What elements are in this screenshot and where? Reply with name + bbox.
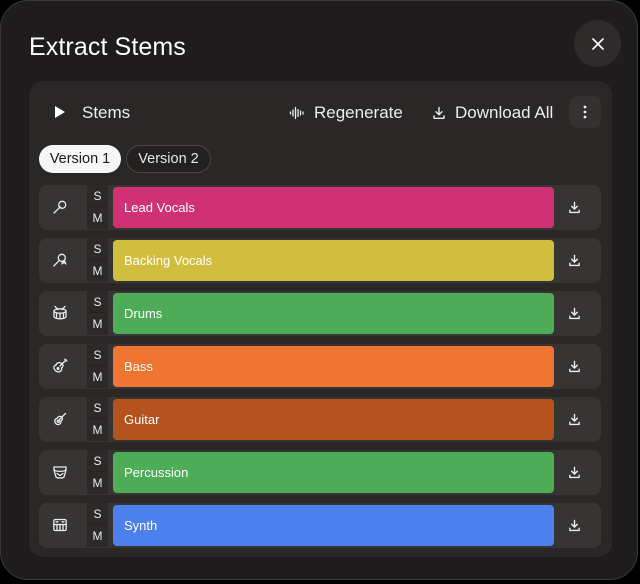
download-track-button[interactable] <box>566 411 582 427</box>
track-name: Guitar <box>124 412 160 427</box>
solo-mute-controls: S M <box>87 291 108 336</box>
waveform-icon <box>289 106 305 120</box>
tab-version-2[interactable]: Version 2 <box>126 145 211 173</box>
track-name: Bass <box>124 359 153 374</box>
keyboard-icon <box>51 516 69 534</box>
download-icon <box>432 106 446 120</box>
download-track-button[interactable] <box>566 305 582 321</box>
track-bass: S M Bass <box>39 344 601 389</box>
track-percussion: S M Percussion <box>39 450 601 495</box>
download-track-button[interactable] <box>566 358 582 374</box>
close-icon <box>591 37 604 50</box>
stems-toolbar: Stems Regenerate Download All <box>29 81 612 143</box>
solo-button[interactable]: S <box>87 503 108 525</box>
version-tabs: Version 1 Version 2 <box>39 145 211 173</box>
track-guitar: S M Guitar <box>39 397 601 442</box>
microphone-icon <box>51 198 69 216</box>
close-button[interactable] <box>574 20 621 67</box>
percussion-icon <box>51 463 69 481</box>
stems-label: Stems <box>82 103 131 122</box>
mute-button[interactable]: M <box>87 525 108 547</box>
solo-mute-controls: S M <box>87 503 108 548</box>
solo-mute-controls: S M <box>87 344 108 389</box>
mute-button[interactable]: M <box>87 207 108 229</box>
track-bar[interactable]: Drums <box>113 293 554 334</box>
play-button[interactable] <box>51 103 69 121</box>
mute-button[interactable]: M <box>87 472 108 494</box>
mute-button[interactable]: M <box>87 260 108 282</box>
solo-button[interactable]: S <box>87 344 108 366</box>
regenerate-label: Regenerate <box>314 103 403 122</box>
bass-guitar-icon <box>51 357 69 375</box>
drum-icon <box>51 304 69 322</box>
track-name: Synth <box>124 518 158 533</box>
track-bar[interactable]: Synth <box>113 505 554 546</box>
download-track-button[interactable] <box>566 517 582 533</box>
track-drums: S M Drums <box>39 291 601 336</box>
download-track-button[interactable] <box>566 252 582 268</box>
track-synth: S M Synth <box>39 503 601 548</box>
download-all-button[interactable]: Download All <box>432 101 553 125</box>
mute-button[interactable]: M <box>87 366 108 388</box>
track-bar[interactable]: Guitar <box>113 399 554 440</box>
track-name: Backing Vocals <box>124 253 213 268</box>
regenerate-button[interactable]: Regenerate <box>289 101 403 125</box>
download-icon <box>568 254 581 267</box>
microphone-group-icon <box>51 251 69 269</box>
solo-button[interactable]: S <box>87 238 108 260</box>
dialog-title: Extract Stems <box>29 33 186 61</box>
download-track-button[interactable] <box>566 199 582 215</box>
solo-button[interactable]: S <box>87 397 108 419</box>
download-icon <box>568 413 581 426</box>
download-icon <box>568 201 581 214</box>
more-options-button[interactable] <box>569 96 601 128</box>
track-bar[interactable]: Percussion <box>113 452 554 493</box>
solo-mute-controls: S M <box>87 185 108 230</box>
download-icon <box>568 466 581 479</box>
track-bar[interactable]: Lead Vocals <box>113 187 554 228</box>
track-backing-vocals: S M Backing Vocals <box>39 238 601 283</box>
solo-mute-controls: S M <box>87 397 108 442</box>
solo-mute-controls: S M <box>87 450 108 495</box>
download-icon <box>568 360 581 373</box>
stems-panel: Stems Regenerate Download All Version 1 … <box>29 81 612 557</box>
more-vertical-icon <box>583 105 587 119</box>
tab-version-1[interactable]: Version 1 <box>39 145 121 173</box>
solo-button[interactable]: S <box>87 185 108 207</box>
mute-button[interactable]: M <box>87 419 108 441</box>
solo-mute-controls: S M <box>87 238 108 283</box>
track-bar[interactable]: Bass <box>113 346 554 387</box>
solo-button[interactable]: S <box>87 450 108 472</box>
track-name: Percussion <box>124 465 189 480</box>
download-track-button[interactable] <box>566 464 582 480</box>
extract-stems-dialog: Extract Stems Stems Regenerate Download … <box>0 0 638 580</box>
play-icon <box>54 105 66 119</box>
track-name: Lead Vocals <box>124 200 195 215</box>
mute-button[interactable]: M <box>87 313 108 335</box>
download-icon <box>568 519 581 532</box>
solo-button[interactable]: S <box>87 291 108 313</box>
track-name: Drums <box>124 306 163 321</box>
track-lead-vocals: S M Lead Vocals <box>39 185 601 230</box>
guitar-icon <box>51 410 69 428</box>
download-icon <box>568 307 581 320</box>
download-all-label: Download All <box>455 103 554 122</box>
track-bar[interactable]: Backing Vocals <box>113 240 554 281</box>
